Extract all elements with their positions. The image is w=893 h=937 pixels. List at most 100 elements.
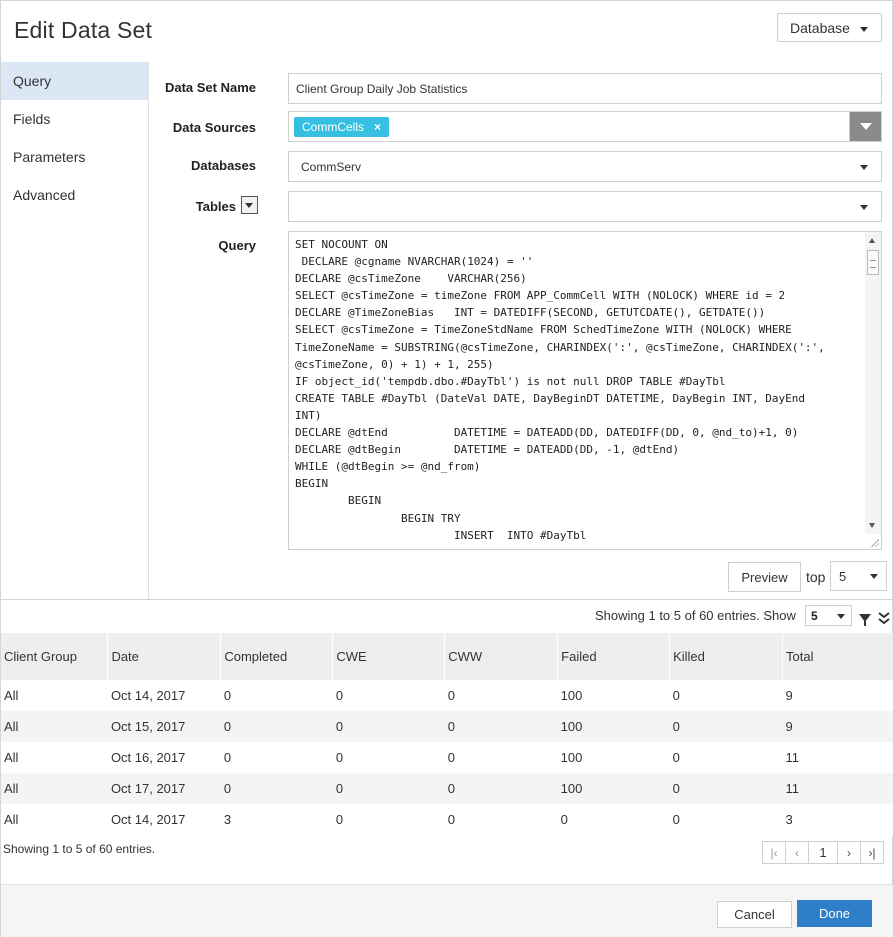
first-page-button[interactable]: |‹ — [762, 841, 786, 864]
table-cell: 0 — [669, 773, 783, 804]
mode-select[interactable]: Database — [777, 13, 882, 42]
section-divider — [1, 599, 893, 600]
top-label: top — [806, 569, 826, 585]
tables-label: Tables — [195, 199, 236, 214]
table-cell: 0 — [669, 680, 783, 711]
chevron-down-icon — [870, 574, 878, 579]
table-cell: 0 — [444, 742, 558, 773]
nav-item-query[interactable]: Query — [1, 62, 148, 100]
scroll-thumb[interactable] — [867, 250, 879, 275]
table-cell: 11 — [782, 742, 893, 773]
column-header[interactable]: Date — [107, 633, 222, 680]
resize-grip-icon[interactable] — [871, 539, 879, 547]
databases-value: CommServ — [301, 159, 362, 174]
data-set-name-value: Client Group Daily Job Statistics — [296, 81, 468, 96]
table-cell: 0 — [332, 711, 445, 742]
table-cell: Oct 14, 2017 — [107, 680, 221, 711]
table-header-row: Client Group Date Completed CWE CWW Fail… — [1, 633, 893, 680]
data-sources-dropdown-button[interactable] — [849, 112, 881, 141]
table-cell: Oct 17, 2017 — [107, 773, 221, 804]
last-page-button[interactable]: ›| — [860, 841, 884, 864]
table-cell: 0 — [220, 773, 333, 804]
table-cell: 0 — [669, 742, 783, 773]
table-cell: 0 — [444, 773, 558, 804]
pagination: |‹ ‹ 1 › ›| — [762, 841, 884, 864]
table-cell: 100 — [557, 742, 670, 773]
table-cell: 100 — [557, 711, 670, 742]
table-cell: 100 — [557, 680, 670, 711]
column-header[interactable]: Killed — [669, 633, 783, 680]
table-cell: 0 — [332, 773, 445, 804]
data-set-name-input[interactable]: Client Group Daily Job Statistics — [288, 73, 882, 104]
table-row[interactable]: All Oct 15, 2017 0 0 0 100 0 9 — [1, 711, 893, 742]
top-count-select[interactable]: 5 — [830, 561, 887, 591]
nav-item-label: Fields — [13, 111, 51, 127]
remove-tag-icon[interactable]: × — [374, 120, 381, 134]
mode-select-value: Database — [790, 19, 850, 36]
left-nav: Query Fields Parameters Advanced — [1, 62, 149, 599]
preview-button[interactable]: Preview — [728, 562, 801, 592]
top-count-value: 5 — [839, 568, 847, 584]
nav-item-label: Query — [13, 73, 52, 89]
data-sources-input[interactable]: CommCells × — [288, 111, 882, 142]
table-cell: 100 — [557, 773, 670, 804]
scroll-down-icon[interactable] — [869, 523, 875, 528]
entries-summary: Showing 1 to 5 of 60 entries. Show — [595, 608, 796, 623]
chevron-down-icon — [860, 165, 868, 170]
table-cell: 0 — [444, 804, 558, 835]
table-cell: 9 — [782, 680, 893, 711]
dialog-footer: Cancel Done — [1, 884, 893, 937]
table-row[interactable]: All Oct 14, 2017 3 0 0 0 0 3 — [1, 804, 893, 835]
column-header[interactable]: Failed — [557, 633, 671, 680]
column-header[interactable]: Completed — [220, 633, 334, 680]
done-button[interactable]: Done — [797, 900, 872, 927]
query-text[interactable]: SET NOCOUNT ON DECLARE @cgname NVARCHAR(… — [295, 236, 861, 544]
table-cell: All — [1, 680, 108, 711]
table-cell: 3 — [220, 804, 333, 835]
query-scrollbar[interactable] — [865, 232, 881, 534]
table-cell: All — [1, 804, 108, 835]
cancel-button[interactable]: Cancel — [717, 901, 792, 928]
table-cell: 0 — [332, 742, 445, 773]
tables-select[interactable] — [288, 191, 882, 222]
table-cell: 0 — [669, 711, 783, 742]
table-cell: 0 — [332, 804, 445, 835]
data-source-tag: CommCells × — [294, 116, 390, 137]
next-page-button[interactable]: › — [837, 841, 861, 864]
column-header[interactable]: CWW — [444, 633, 559, 680]
column-header[interactable]: CWE — [332, 633, 446, 680]
table-cell: All — [1, 773, 108, 804]
prev-page-button[interactable]: ‹ — [785, 841, 809, 864]
page-number-input[interactable]: 1 — [808, 841, 838, 864]
nav-item-advanced[interactable]: Advanced — [1, 176, 148, 214]
nav-item-fields[interactable]: Fields — [1, 100, 148, 138]
table-cell: Oct 15, 2017 — [107, 711, 221, 742]
table-cell: 0 — [444, 711, 558, 742]
table-cell: 0 — [220, 742, 333, 773]
column-header[interactable]: Total — [782, 633, 893, 680]
table-row[interactable]: All Oct 14, 2017 0 0 0 100 0 9 — [1, 680, 893, 711]
databases-label: Databases — [190, 158, 256, 173]
table-cell: 0 — [220, 711, 333, 742]
table-cell: 0 — [557, 804, 670, 835]
table-row[interactable]: All Oct 17, 2017 0 0 0 100 0 11 — [1, 773, 893, 804]
double-chevron-down-icon[interactable] — [878, 611, 892, 627]
databases-select[interactable]: CommServ — [288, 151, 882, 182]
page-size-select[interactable]: 5 — [805, 605, 852, 626]
table-cell: All — [1, 742, 108, 773]
nav-item-parameters[interactable]: Parameters — [1, 138, 148, 176]
page-title: Edit Data Set — [14, 17, 153, 43]
table-cell: 0 — [220, 680, 333, 711]
nav-item-label: Parameters — [13, 149, 86, 165]
column-header[interactable]: Client Group — [1, 633, 109, 680]
query-editor[interactable]: SET NOCOUNT ON DECLARE @cgname NVARCHAR(… — [288, 231, 882, 550]
table-row[interactable]: All Oct 16, 2017 0 0 0 100 0 11 — [1, 742, 893, 773]
data-set-name-label: Data Set Name — [164, 80, 256, 95]
tables-toggle-button[interactable] — [241, 196, 258, 214]
table-cell: 0 — [669, 804, 783, 835]
dialog: Edit Data Set Database Query Fields Para… — [0, 0, 893, 937]
filter-icon[interactable] — [859, 614, 871, 626]
scroll-up-icon[interactable] — [869, 238, 875, 243]
table-cell: 9 — [782, 711, 893, 742]
entries-summary-bottom: Showing 1 to 5 of 60 entries. — [3, 842, 156, 856]
